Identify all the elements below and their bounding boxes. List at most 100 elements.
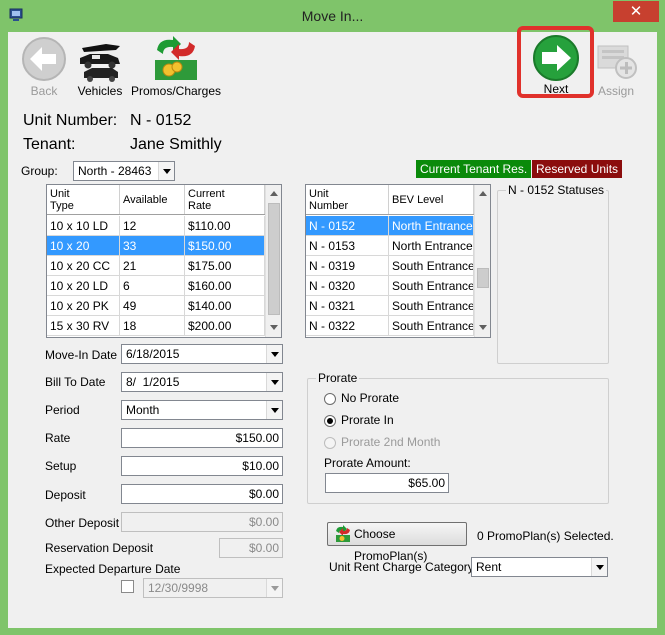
no-prorate-radio[interactable] [324,393,336,405]
scroll-up-icon[interactable] [266,185,281,202]
scroll-thumb[interactable] [477,268,489,288]
promoplans-selected-text: 0 PromoPlan(s) Selected. [477,529,614,543]
units-header: Unit Number BEV Level [306,185,474,215]
deposit-label: Deposit [45,488,86,502]
reserved-units-badge: Reserved Units [532,160,623,178]
window-title: Move In... [301,8,364,24]
cell-unit-number: N - 0320 [306,276,389,296]
scroll-up-icon[interactable] [475,185,490,202]
table-row[interactable]: 10 x 20 LD 6 $160.00 [47,276,265,296]
expected-departure-value: 12/30/9998 [148,581,209,595]
setup-input[interactable]: $10.00 [121,456,283,476]
table-row[interactable]: 10 x 10 LD 12 $110.00 [47,216,265,236]
cell-available: 33 [120,236,185,256]
group-select[interactable]: North - 28463 [73,161,175,181]
move-in-date-picker[interactable]: 6/18/2015 [121,344,283,364]
group-label: Group: [21,164,58,178]
vehicles-button[interactable]: Vehicles [74,36,126,98]
vehicles-icon [80,44,120,82]
col-unit-number[interactable]: Unit Number [306,185,389,214]
promos-charges-button[interactable]: Promos/Charges [130,36,222,98]
assign-button[interactable]: Assign [590,36,642,98]
promos-charges-label: Promos/Charges [130,84,222,98]
scroll-thumb[interactable] [268,203,280,315]
cell-bev-level: South Entrance [389,256,474,276]
chevron-down-icon [266,401,282,419]
col-current-rate[interactable]: Current Rate [185,185,265,214]
table-row[interactable]: 10 x 20 PK 49 $140.00 [47,296,265,316]
assign-label: Assign [597,84,635,98]
table-row[interactable]: N - 0321 South Entrance [306,296,474,316]
table-row[interactable]: N - 0319 South Entrance [306,256,474,276]
rate-label: Rate [45,431,71,445]
current-tenant-res-badge: Current Tenant Res. [416,160,532,178]
back-button[interactable]: Back [18,36,70,98]
other-deposit-label: Other Deposit [45,516,120,530]
table-row[interactable]: N - 0153 North Entrance [306,236,474,256]
bill-to-date-value: 8/ 1/2015 [126,375,180,389]
col-bev-level[interactable]: BEV Level [389,185,474,214]
cell-bev-level: South Entrance [389,316,474,336]
cell-available: 6 [120,276,185,296]
rate-input[interactable]: $150.00 [121,428,283,448]
table-row[interactable]: 10 x 20 CC 21 $175.00 [47,256,265,276]
prorate-amount-input[interactable]: $65.00 [325,473,449,493]
prorate-in-radio[interactable] [324,415,336,427]
period-label: Period [45,403,80,417]
rent-category-select[interactable]: Rent [471,557,608,577]
chevron-down-icon [158,162,174,180]
unit-types-grid[interactable]: Unit Type Available Current Rate 10 x 10… [46,184,282,338]
next-arrow-icon [533,35,579,81]
period-select[interactable]: Month [121,400,283,420]
reservation-deposit-label: Reservation Deposit [45,541,154,555]
assign-icon [597,45,637,79]
unit-types-scrollbar[interactable] [265,185,281,337]
promos-charges-icon [155,36,197,80]
unit-types-header: Unit Type Available Current Rate [47,185,265,215]
cell-rate: $150.00 [185,236,265,256]
units-grid[interactable]: Unit Number BEV Level N - 0152 North Ent… [305,184,491,338]
expected-departure-label: Expected Departure Date [45,562,181,576]
cell-rate: $200.00 [185,316,265,336]
next-button[interactable]: Next [525,32,587,96]
move-in-date-label: Move-In Date [45,348,118,362]
statuses-box: N - 0152 Statuses [497,183,609,364]
cell-unit-type: 10 x 20 LD [47,276,120,296]
scroll-down-icon[interactable] [266,319,281,336]
cell-unit-type: 15 x 30 RV [47,316,120,336]
chevron-down-icon [266,579,282,597]
client-area: Back Vehicles Promos/Charges Next Assign… [8,26,657,628]
cell-available: 21 [120,256,185,276]
prorate-2nd-month-radio [324,437,336,449]
no-prorate-label[interactable]: No Prorate [341,391,399,405]
cell-unit-number: N - 0153 [306,236,389,256]
table-row[interactable]: 10 x 20 33 $150.00 [47,236,265,256]
cell-unit-type: 10 x 20 PK [47,296,120,316]
deposit-input[interactable]: $0.00 [121,484,283,504]
tenant-label: Tenant: [23,136,76,153]
cell-unit-number: N - 0319 [306,256,389,276]
cell-rate: $175.00 [185,256,265,276]
close-button[interactable]: ✕ [613,1,659,22]
cell-unit-number: N - 0322 [306,316,389,336]
rent-category-value: Rent [476,560,502,574]
table-row[interactable]: N - 0322 South Entrance [306,316,474,336]
cell-unit-number: N - 0321 [306,296,389,316]
prorate-in-label[interactable]: Prorate In [341,413,394,427]
prorate-title: Prorate [316,371,360,385]
choose-promoplans-button[interactable]: Choose PromoPlan(s) [327,522,467,563]
table-row[interactable]: 15 x 30 RV 18 $200.00 [47,316,265,336]
move-in-window: Move In... ✕ Back Vehicles Promos/Charge… [0,0,665,635]
back-label: Back [30,84,58,98]
bill-to-date-picker[interactable]: 8/ 1/2015 [121,372,283,392]
expected-departure-checkbox[interactable] [121,580,134,593]
col-available[interactable]: Available [120,185,185,214]
scroll-down-icon[interactable] [475,319,490,336]
table-row[interactable]: N - 0320 South Entrance [306,276,474,296]
rent-category-label: Unit Rent Charge Category [329,560,474,574]
cell-available: 12 [120,216,185,236]
units-scrollbar[interactable] [474,185,490,337]
col-unit-type[interactable]: Unit Type [47,185,120,214]
table-row[interactable]: N - 0152 North Entrance [306,216,474,236]
prorate-2nd-month-label: Prorate 2nd Month [341,435,441,449]
